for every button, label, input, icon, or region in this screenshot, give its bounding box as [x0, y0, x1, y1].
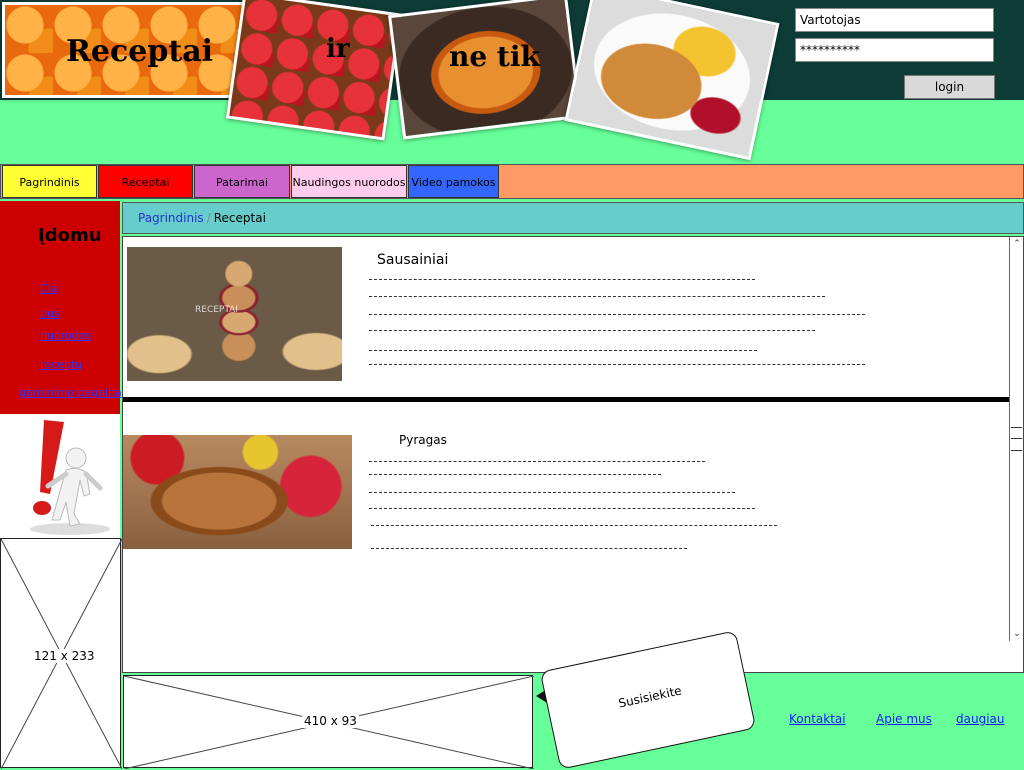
recipe-title-cake[interactable]: Pyragas — [399, 433, 447, 447]
breadcrumb-home-link[interactable]: Pagrindinis — [138, 211, 204, 225]
sidebar: Įdomu — [0, 201, 120, 414]
recipe-image-cookies[interactable]: RECEPTAI — [127, 247, 342, 381]
sidebar-link-gaminimo-pagalba[interactable]: gaminimo pagalba — [19, 386, 122, 399]
text-line — [369, 474, 661, 475]
nav-item-pagrindinis[interactable]: Pagrindinis — [2, 165, 97, 198]
text-line — [369, 279, 755, 280]
placeholder-size-label: 410 x 93 — [302, 714, 359, 728]
nav-item-video-pamokos[interactable]: Video pamokos — [408, 165, 499, 198]
text-line — [369, 296, 825, 297]
footer-link-kontaktai[interactable]: Kontaktai — [789, 712, 846, 726]
site-title-more: ne tik — [449, 40, 540, 73]
scroll-thumb[interactable] — [1011, 427, 1022, 451]
sidebar-link-receptu[interactable]: receptų — [40, 358, 82, 371]
footer-link-daugiau[interactable]: daugiau — [956, 712, 1005, 726]
nav-item-patarimai[interactable]: Patarimai — [194, 165, 290, 198]
recipe-divider — [123, 397, 1009, 402]
password-input[interactable] — [795, 38, 994, 62]
text-line — [371, 548, 687, 549]
login-button[interactable]: login — [904, 75, 995, 99]
apples-photo — [225, 0, 403, 141]
footer-image-placeholder: 410 x 93 — [123, 675, 534, 769]
exclamation-figure-image — [0, 414, 120, 538]
schnitzel-photo — [564, 0, 780, 161]
text-line — [369, 492, 735, 493]
text-line — [371, 525, 777, 526]
text-line — [369, 364, 865, 365]
text-line — [369, 508, 755, 509]
recipe-list[interactable]: RECEPTAI Sausainiai Pyragas ⌃ ⌄ — [122, 236, 1024, 673]
exclamation-figure-icon — [30, 420, 110, 535]
username-input[interactable] — [795, 8, 994, 32]
content-scrollbar[interactable]: ⌃ ⌄ — [1009, 237, 1023, 641]
image-watermark: RECEPTAI — [195, 305, 238, 315]
recipe-title-cookies[interactable]: Sausainiai — [377, 252, 448, 268]
nav-item-receptai[interactable]: Receptai — [98, 165, 193, 198]
left-image-placeholder: 121 x 233 — [0, 538, 122, 769]
recipe-image-cake[interactable] — [123, 435, 352, 549]
sidebar-link-nuorodos[interactable]: nuorodos — [40, 329, 91, 342]
text-line — [369, 350, 757, 351]
text-line — [369, 330, 815, 331]
site-title: Receptai — [66, 34, 214, 69]
text-line — [369, 314, 865, 315]
breadcrumb-separator: / — [206, 211, 211, 225]
sidebar-link-cia[interactable]: Čia — [40, 282, 57, 295]
sidebar-link-bus[interactable]: bus — [40, 307, 60, 320]
chevron-down-icon[interactable]: ⌄ — [1010, 627, 1023, 641]
chevron-up-icon[interactable]: ⌃ — [1010, 237, 1023, 251]
site-title-and: ir — [326, 34, 350, 64]
text-line — [369, 461, 705, 462]
breadcrumb-current: Receptai — [213, 211, 266, 225]
nav-item-naudingos-nuorodos[interactable]: Naudingos nuorodos — [291, 165, 407, 198]
breadcrumb: Pagrindinis / Receptai — [122, 202, 1024, 234]
footer-link-apie-mus[interactable]: Apie mus — [876, 712, 932, 726]
sidebar-title: Įdomu — [38, 225, 102, 246]
placeholder-size-label: 121 x 233 — [32, 649, 97, 663]
